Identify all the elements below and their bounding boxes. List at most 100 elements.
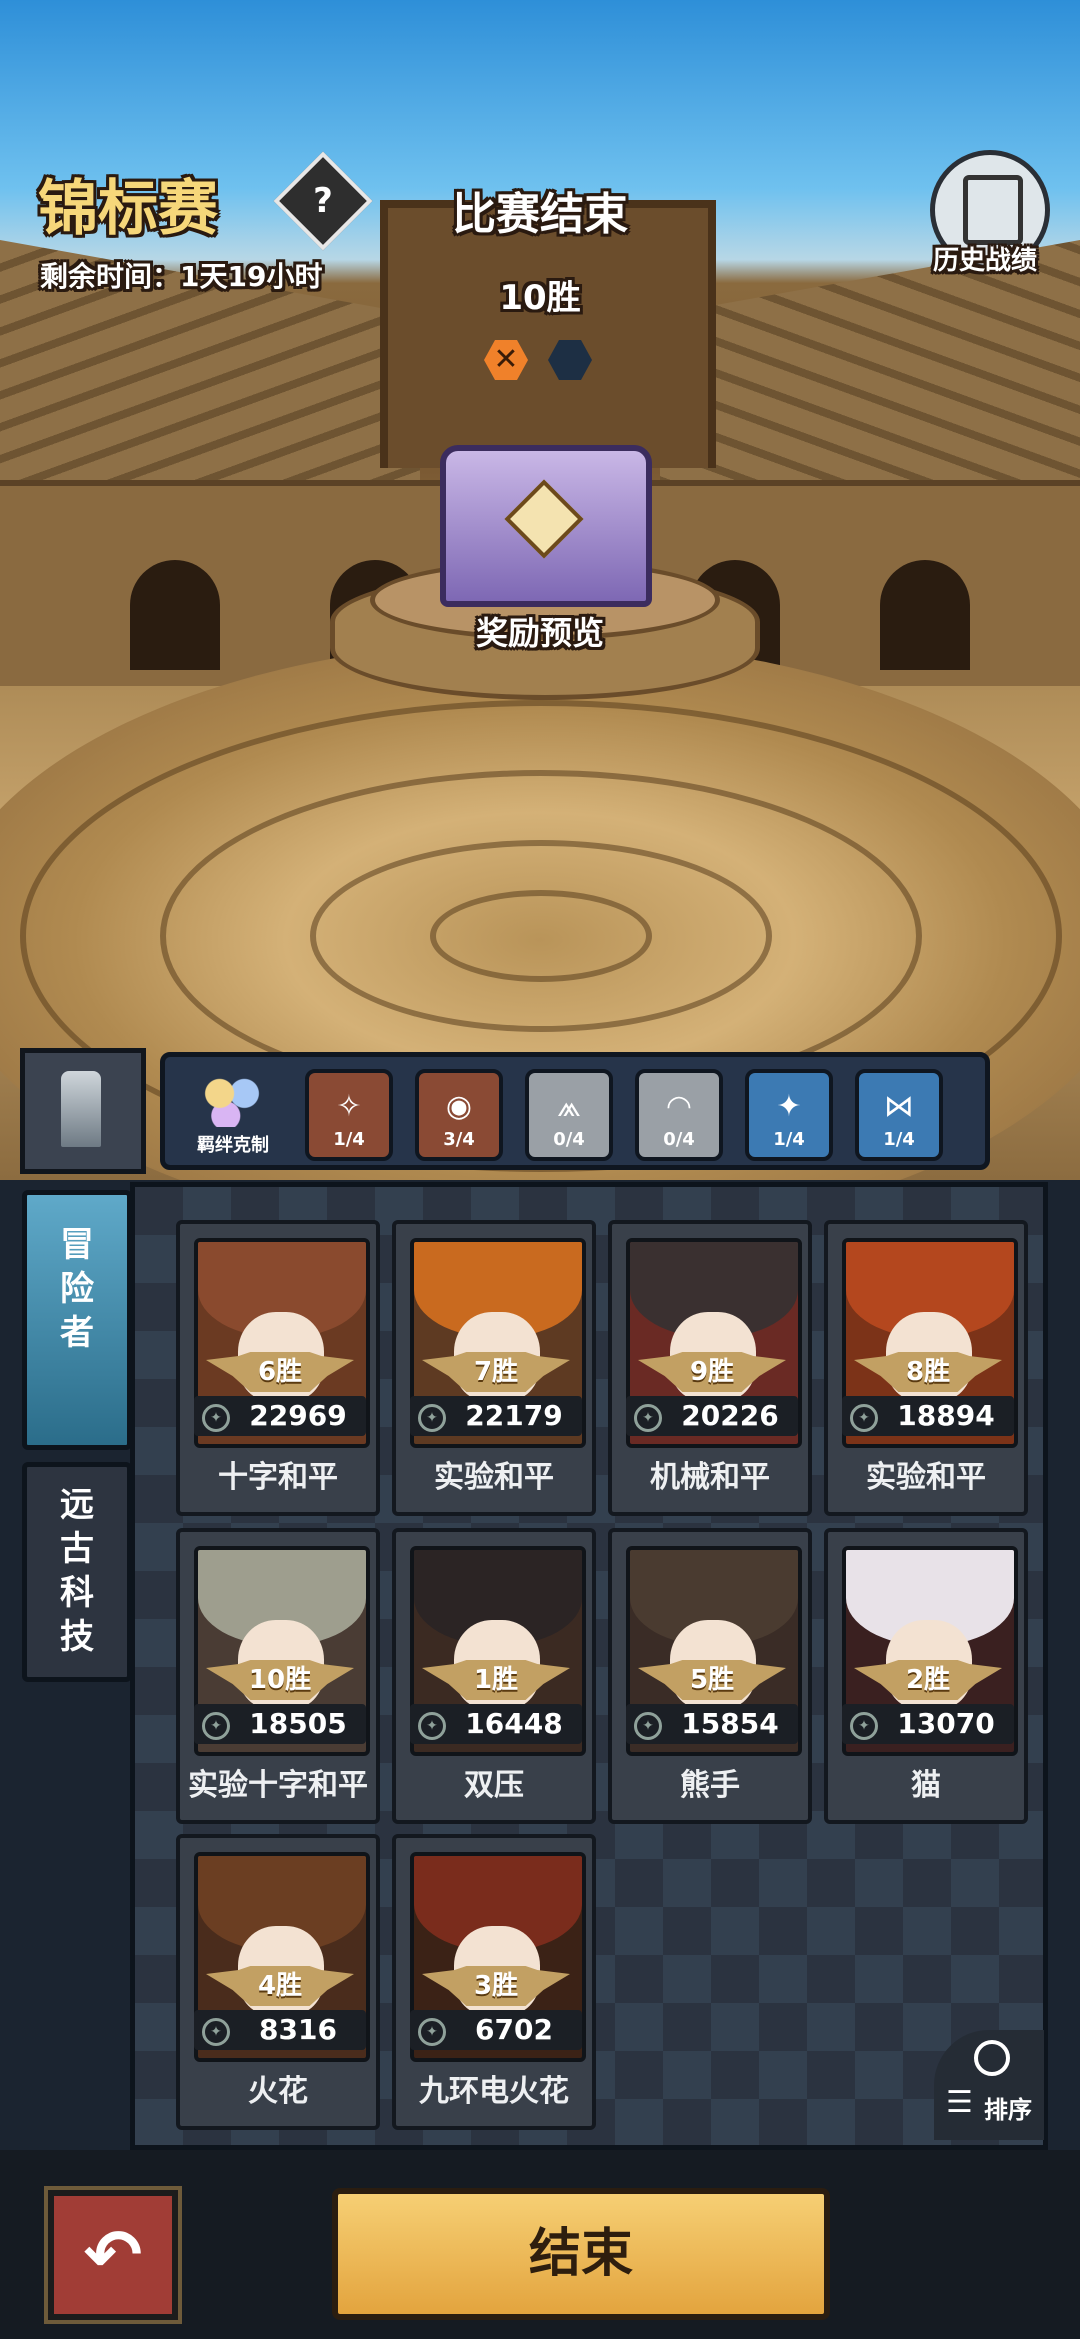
synergy-icon: ⋈: [884, 1089, 914, 1124]
hero-power: 18505: [249, 1707, 347, 1740]
scroll-icon: [963, 175, 1023, 245]
synergy-slot[interactable]: ✧ 1/4: [305, 1069, 393, 1161]
hero-name: 实验和平: [434, 1460, 554, 1495]
hero-card[interactable]: 8胜 ✦ 18894 实验和平: [824, 1220, 1028, 1516]
hero-wins: 4胜: [257, 1971, 303, 2001]
synergy-panel: 羁绊克制 ✧ 1/4 ◉ 3/4 ⩕ 0/4 ◠ 0/4 ✦ 1/4 ⋈ 1/4: [160, 1052, 990, 1170]
hero-wins: 5胜: [689, 1665, 735, 1695]
hero-card[interactable]: 6胜 ✦ 22969 十字和平: [176, 1220, 380, 1516]
synergy-slot[interactable]: ◠ 0/4: [635, 1069, 723, 1161]
tower-icon[interactable]: [20, 1048, 146, 1174]
hero-wins: 10胜: [248, 1665, 312, 1695]
hero-name: 实验十字和平: [188, 1768, 368, 1803]
hero-power: 13070: [897, 1707, 995, 1740]
hero-wins: 2胜: [905, 1665, 951, 1695]
synergy-icon: ✦: [776, 1089, 802, 1124]
power-icon: ✦: [202, 2018, 230, 2046]
hero-name: 熊手: [680, 1768, 740, 1803]
bond-counter-button[interactable]: 羁绊克制: [185, 1063, 281, 1159]
synergy-count: 1/4: [883, 1129, 915, 1150]
power-bar: ✦ 18505: [194, 1704, 366, 1744]
power-icon: ✦: [634, 1404, 662, 1432]
hero-name: 火花: [248, 2074, 308, 2109]
hero-wins: 6胜: [257, 1357, 303, 1387]
synergy-icon: ✧: [336, 1089, 362, 1124]
hero-card[interactable]: 4胜 ✦ 8316 火花: [176, 1834, 380, 2130]
hero-name: 九环电火花: [419, 2074, 569, 2109]
power-icon: ✦: [202, 1712, 230, 1740]
synergy-slot[interactable]: ✦ 1/4: [745, 1069, 833, 1161]
hero-wins: 7胜: [473, 1357, 519, 1387]
power-icon: ✦: [850, 1404, 878, 1432]
hero-power: 8316: [259, 2013, 337, 2046]
hero-power: 18894: [897, 1399, 995, 1432]
magnifier-icon: [974, 2040, 1010, 2076]
list-icon: ☰: [946, 2085, 973, 2120]
power-icon: ✦: [418, 1712, 446, 1740]
reward-preview-label[interactable]: 奖励预览: [440, 608, 640, 654]
power-bar: ✦ 18894: [842, 1396, 1014, 1436]
hero-card[interactable]: 5胜 ✦ 15854 熊手: [608, 1528, 812, 1824]
synergy-icon: ⩕: [557, 1089, 581, 1124]
synergy-icon: ◉: [445, 1089, 473, 1124]
power-bar: ✦ 13070: [842, 1704, 1014, 1744]
power-icon: ✦: [202, 1404, 230, 1432]
tab-adventurer-label: 冒险者: [60, 1225, 94, 1353]
tab-ancient-tech-label: 远古科技: [60, 1485, 94, 1657]
tab-adventurer[interactable]: 冒险者: [22, 1190, 132, 1450]
tab-ancient-tech[interactable]: 远古科技: [22, 1462, 132, 1682]
hero-wins: 9胜: [689, 1357, 735, 1387]
bond-icon: [201, 1071, 263, 1127]
hero-name: 双压: [464, 1768, 524, 1803]
hero-power: 16448: [465, 1707, 563, 1740]
hero-card[interactable]: 7胜 ✦ 22179 实验和平: [392, 1220, 596, 1516]
synergy-icon: ◠: [665, 1089, 693, 1124]
power-bar: ✦ 6702: [410, 2010, 582, 2050]
hero-name: 猫: [911, 1768, 941, 1803]
hero-power: 22969: [249, 1399, 347, 1432]
power-bar: ✦ 22179: [410, 1396, 582, 1436]
synergy-count: 1/4: [773, 1129, 805, 1150]
hero-power: 15854: [681, 1707, 779, 1740]
hero-card[interactable]: 2胜 ✦ 13070 猫: [824, 1528, 1028, 1824]
page-title: 锦标赛: [38, 174, 218, 244]
back-button[interactable]: ↶: [48, 2190, 178, 2320]
synergy-count: 1/4: [333, 1129, 365, 1150]
sort-label: 排序: [984, 2096, 1032, 2124]
hero-wins: 1胜: [473, 1665, 519, 1695]
remaining-time: 剩余时间：1天19小时: [40, 260, 323, 293]
hero-wins: 3胜: [473, 1971, 519, 2001]
end-button[interactable]: 结束: [332, 2188, 830, 2320]
power-bar: ✦ 8316: [194, 2010, 366, 2050]
bond-label: 羁绊克制: [197, 1135, 269, 1156]
synergy-slot[interactable]: ⩕ 0/4: [525, 1069, 613, 1161]
power-icon: ✦: [418, 1404, 446, 1432]
power-icon: ✦: [850, 1712, 878, 1740]
synergy-bar: 羁绊克制 ✧ 1/4 ◉ 3/4 ⩕ 0/4 ◠ 0/4 ✦ 1/4 ⋈ 1/4: [20, 1048, 1020, 1174]
synergy-count: 0/4: [663, 1129, 695, 1150]
win-count: 10胜: [499, 278, 581, 318]
hero-wins: 8胜: [905, 1357, 951, 1387]
hero-name: 十字和平: [218, 1460, 338, 1495]
hero-card[interactable]: 10胜 ✦ 18505 实验十字和平: [176, 1528, 380, 1824]
sort-button[interactable]: ☰ 排序: [934, 2030, 1044, 2140]
history-label[interactable]: 历史战绩: [920, 240, 1050, 277]
synergy-count: 3/4: [443, 1129, 475, 1150]
help-icon: ?: [313, 181, 333, 221]
arena-arch: [880, 560, 970, 670]
match-status: 比赛结束: [452, 189, 628, 240]
back-arrow-icon: ↶: [83, 2214, 143, 2296]
hero-name: 机械和平: [650, 1460, 770, 1495]
reward-chest[interactable]: [440, 445, 652, 607]
hero-card[interactable]: 3胜 ✦ 6702 九环电火花: [392, 1834, 596, 2130]
power-bar: ✦ 20226: [626, 1396, 798, 1436]
hero-card[interactable]: 1胜 ✦ 16448 双压: [392, 1528, 596, 1824]
hero-power: 20226: [681, 1399, 779, 1432]
power-icon: ✦: [634, 1712, 662, 1740]
synergy-slot[interactable]: ⋈ 1/4: [855, 1069, 943, 1161]
hero-power: 22179: [465, 1399, 563, 1432]
power-bar: ✦ 15854: [626, 1704, 798, 1744]
hero-name: 实验和平: [866, 1460, 986, 1495]
synergy-slot[interactable]: ◉ 3/4: [415, 1069, 503, 1161]
hero-card[interactable]: 9胜 ✦ 20226 机械和平: [608, 1220, 812, 1516]
